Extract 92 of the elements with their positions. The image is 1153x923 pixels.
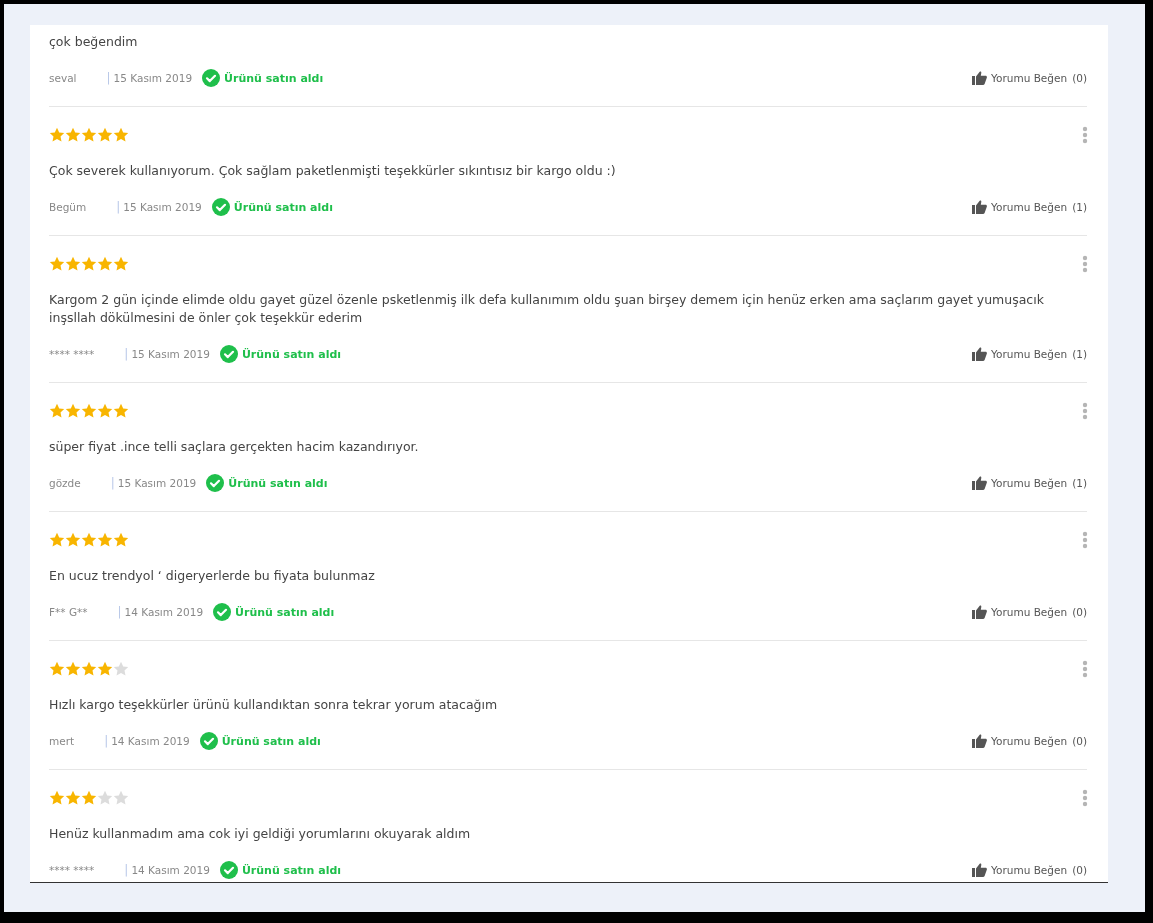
star-icon: [49, 790, 65, 806]
thumbs-up-icon: [972, 605, 988, 619]
more-options-icon[interactable]: [1082, 660, 1088, 678]
check-icon: [213, 603, 232, 621]
review-date: 14 Kasım 2019: [111, 735, 190, 747]
author-name: gözde: [49, 477, 81, 489]
star-icon: [97, 790, 113, 806]
separator: |: [124, 863, 129, 877]
star-icon: [81, 256, 97, 272]
review-text: süper fiyat .ince telli saçlara gerçekten hacim kazandırıyor.: [49, 438, 420, 456]
author-name: F** G**: [49, 606, 88, 618]
star-icon: [113, 127, 129, 143]
author-name: **** ****: [49, 348, 95, 360]
review-date: 15 Kasım 2019: [123, 201, 202, 213]
star-icon: [81, 790, 97, 806]
thumbs-up-icon: [972, 476, 988, 490]
check-icon: [211, 198, 230, 216]
more-options-icon[interactable]: [1082, 789, 1088, 807]
review-date: 15 Kasım 2019: [131, 348, 210, 360]
author-name: Begüm: [49, 201, 87, 213]
star-icon: [113, 661, 129, 677]
star-icon: [65, 532, 81, 548]
author-name: seval: [49, 72, 77, 84]
review-text: Henüz kullanmadım ama cok iyi geldiği yorumlarını okuyarak aldım: [49, 825, 472, 843]
check-icon: [206, 474, 225, 492]
check-icon: [219, 861, 238, 879]
star-icon: [97, 403, 113, 419]
like-button[interactable]: Yorumu Beğen (1): [972, 476, 1087, 490]
thumbs-up-icon: [972, 347, 988, 361]
review-date: 15 Kasım 2019: [117, 477, 197, 489]
star-icon: [81, 661, 97, 677]
star-icon: [49, 127, 65, 143]
check-icon: [219, 345, 238, 363]
star-icon: [65, 790, 81, 806]
review-text: Hızlı kargo teşekkürler ürünü kullandıktan sonra tekrar yorum atacağım: [49, 696, 499, 714]
verified-purchase: Ürünü satın aldı: [241, 863, 342, 877]
star-icon: [81, 403, 97, 419]
star-icon: [81, 127, 97, 143]
star-icon: [97, 532, 113, 548]
more-options-icon[interactable]: [1082, 255, 1088, 273]
verified-purchase: Ürünü satın aldı: [235, 605, 335, 619]
more-options-icon[interactable]: [1082, 531, 1088, 549]
verified-purchase: Ürünü satın aldı: [228, 476, 328, 490]
author-name: mert: [49, 735, 75, 747]
separator: |: [110, 476, 115, 490]
review-date: 15 Kasım 2019: [113, 72, 193, 84]
star-icon: [97, 256, 113, 272]
check-icon: [199, 732, 218, 750]
thumbs-up-icon: [972, 734, 988, 748]
thumbs-up-icon: [972, 200, 988, 214]
star-icon: [113, 790, 129, 806]
star-icon: [97, 127, 113, 143]
separator: |: [106, 71, 111, 85]
review-date: 14 Kasım 2019: [124, 606, 204, 618]
like-button[interactable]: Yorumu Beğen (0): [972, 863, 1087, 877]
star-icon: [81, 532, 97, 548]
star-icon: [49, 403, 65, 419]
like-button[interactable]: Yorumu Beğen (0): [972, 734, 1087, 748]
separator: |: [117, 605, 122, 619]
star-icon: [113, 403, 129, 419]
more-options-icon[interactable]: [1082, 402, 1088, 420]
like-button[interactable]: Yorumu Beğen (1): [972, 200, 1087, 214]
review-text: Çok severek kullanıyorum. Çok sağlam paketlenmişti teşekkürler sıkıntısız bir kargo oldu :): [49, 162, 617, 180]
separator: |: [104, 734, 109, 748]
like-button[interactable]: Yorumu Beğen (1): [972, 347, 1087, 361]
verified-purchase: Ürünü satın aldı: [233, 200, 333, 214]
check-icon: [202, 69, 221, 87]
like-button[interactable]: Yorumu Beğen (0): [972, 605, 1087, 619]
thumbs-up-icon: [972, 71, 988, 85]
review-text: çok beğendim: [49, 33, 139, 51]
separator: |: [124, 347, 129, 361]
verified-purchase: Ürünü satın aldı: [221, 734, 321, 748]
star-icon: [113, 256, 129, 272]
star-icon: [97, 661, 113, 677]
author-name: **** ****: [49, 864, 95, 876]
star-icon: [49, 661, 65, 677]
thumbs-up-icon: [972, 863, 988, 877]
star-icon: [49, 256, 65, 272]
star-icon: [49, 532, 65, 548]
star-icon: [65, 661, 81, 677]
review-text: Kargom 2 gün içinde elimde oldu gayet güzel özenle psketlenmiş ilk defa kullanımım oldu şuan birşey demem için henüz erken ama saçlarım gayet yumuşacık inşsllah dökülmesini de önler çok teşekkür ederim: [49, 291, 1045, 327]
separator: |: [116, 200, 121, 214]
review-text: En ucuz trendyol ‘ digeryerlerde bu fiyata bulunmaz: [49, 567, 376, 585]
more-options-icon[interactable]: [1082, 126, 1088, 144]
star-icon: [65, 127, 81, 143]
verified-purchase: Ürünü satın aldı: [224, 71, 324, 85]
star-icon: [65, 403, 81, 419]
like-button[interactable]: Yorumu Beğen (0): [972, 71, 1087, 85]
review-date: 14 Kasım 2019: [131, 864, 210, 876]
verified-purchase: Ürünü satın aldı: [241, 347, 342, 361]
star-icon: [113, 532, 129, 548]
star-icon: [65, 256, 81, 272]
